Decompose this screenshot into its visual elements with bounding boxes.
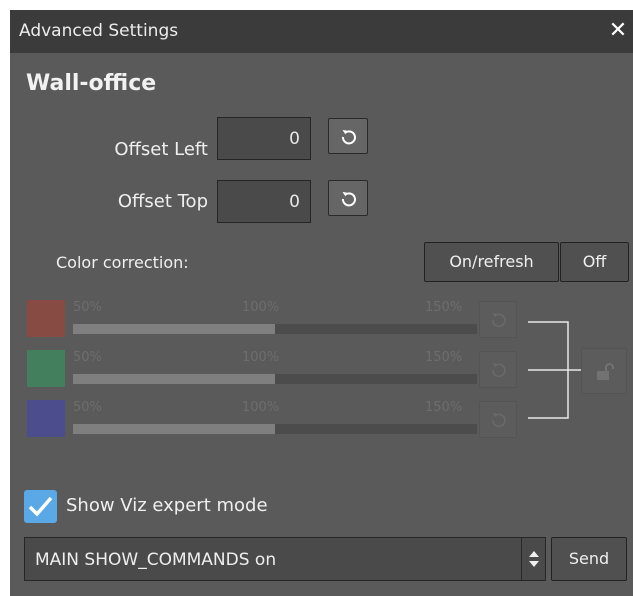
reset-icon bbox=[492, 413, 506, 428]
offset-left-label: Offset Left bbox=[114, 139, 208, 160]
on-refresh-button[interactable]: On/refresh bbox=[424, 242, 559, 282]
green-max-label: 150% bbox=[425, 350, 463, 365]
color-correction-label: Color correction: bbox=[56, 253, 189, 272]
window-title: Advanced Settings bbox=[19, 21, 179, 41]
combo-divider bbox=[521, 538, 522, 580]
reset-icon bbox=[341, 130, 356, 145]
green-reset-button[interactable] bbox=[479, 351, 517, 388]
red-min-label: 50% bbox=[73, 300, 102, 315]
advanced-settings-panel: Advanced Settings ✕ Wall-office Offset L… bbox=[10, 10, 633, 596]
send-button[interactable]: Send bbox=[551, 537, 627, 581]
section-title: Wall-office bbox=[26, 71, 157, 96]
green-slider-fill bbox=[73, 374, 275, 384]
reset-icon bbox=[341, 192, 356, 207]
unlock-icon bbox=[597, 363, 614, 380]
blue-max-label: 150% bbox=[425, 400, 463, 415]
blue-reset-button[interactable] bbox=[479, 401, 517, 438]
checkmark-icon bbox=[28, 496, 53, 517]
off-button[interactable]: Off bbox=[560, 242, 629, 282]
link-channels-button[interactable] bbox=[581, 348, 627, 394]
red-slider[interactable] bbox=[73, 324, 477, 334]
offset-left-input[interactable] bbox=[217, 117, 311, 160]
blue-slider[interactable] bbox=[73, 424, 477, 434]
offset-left-reset-button[interactable] bbox=[328, 118, 368, 154]
reset-icon bbox=[492, 313, 506, 328]
blue-mid-label: 100% bbox=[242, 400, 280, 415]
command-combobox[interactable]: MAIN SHOW_COMMANDS on bbox=[24, 537, 546, 581]
title-bar: Advanced Settings ✕ bbox=[10, 10, 633, 53]
green-slider[interactable] bbox=[73, 374, 477, 384]
close-icon[interactable]: ✕ bbox=[603, 15, 633, 47]
green-min-label: 50% bbox=[73, 350, 102, 365]
blue-channel-swatch bbox=[27, 400, 65, 437]
command-input[interactable]: MAIN SHOW_COMMANDS on bbox=[35, 549, 276, 571]
blue-slider-fill bbox=[73, 424, 275, 434]
red-reset-button[interactable] bbox=[479, 301, 517, 338]
green-mid-label: 100% bbox=[242, 350, 280, 365]
offset-top-reset-button[interactable] bbox=[328, 180, 368, 216]
red-max-label: 150% bbox=[425, 300, 463, 315]
expert-mode-label: Show Viz expert mode bbox=[66, 495, 268, 516]
expert-mode-checkbox[interactable] bbox=[24, 490, 57, 523]
spinner-arrows-icon[interactable] bbox=[523, 538, 545, 580]
red-mid-label: 100% bbox=[242, 300, 280, 315]
red-slider-fill bbox=[73, 324, 275, 334]
offset-top-label: Offset Top bbox=[117, 191, 208, 212]
blue-min-label: 50% bbox=[73, 400, 102, 415]
reset-icon bbox=[492, 363, 506, 378]
red-channel-swatch bbox=[27, 300, 65, 337]
offset-top-input[interactable] bbox=[217, 180, 311, 223]
green-channel-swatch bbox=[27, 350, 65, 387]
